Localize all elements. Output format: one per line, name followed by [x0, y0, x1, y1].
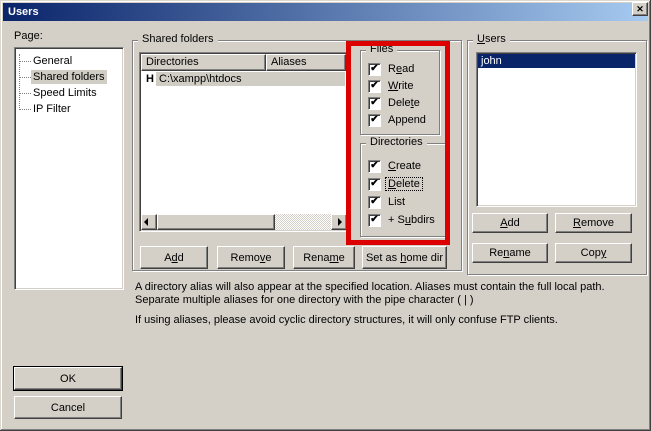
- scroll-left-icon: [144, 218, 148, 226]
- files-group-label: Files: [366, 43, 397, 56]
- checkbox-box[interactable]: ✔: [368, 196, 381, 209]
- tree-item-speed-limits[interactable]: Speed Limits: [31, 86, 99, 100]
- rename-user-button[interactable]: Rename: [472, 243, 548, 263]
- checkbox-dirs-subdirs[interactable]: ✔+ Subdirs: [368, 213, 437, 227]
- checkbox-box[interactable]: ✔: [368, 80, 381, 93]
- user-name: john: [481, 55, 502, 67]
- checkmark-icon: ✔: [370, 215, 378, 225]
- remove-user-button[interactable]: Remove: [555, 213, 632, 233]
- checkmark-icon: ✔: [370, 197, 378, 207]
- checkbox-box[interactable]: ✔: [368, 214, 381, 227]
- checkbox-box[interactable]: ✔: [368, 114, 381, 127]
- checkbox-dirs-create[interactable]: ✔Create: [368, 159, 423, 173]
- close-icon: ✕: [636, 5, 644, 14]
- users-dialog: Users ✕ Page: General Shared folders Spe…: [0, 0, 651, 431]
- tree-line: [19, 77, 31, 78]
- checkbox-files-write[interactable]: ✔Write: [368, 79, 415, 93]
- directory-path: C:\xampp\htdocs: [156, 72, 345, 86]
- cancel-button[interactable]: Cancel: [14, 396, 122, 419]
- tree-item-general[interactable]: General: [31, 54, 74, 68]
- set-as-home-dir-button[interactable]: Set as home dir: [362, 246, 447, 269]
- scroll-left-button[interactable]: [141, 214, 157, 230]
- page-label: Page:: [14, 30, 43, 42]
- add-folder-button[interactable]: Add: [140, 246, 208, 269]
- checkbox-files-append[interactable]: ✔Append: [368, 113, 428, 127]
- alias-note: A directory alias will also appear at th…: [135, 281, 642, 307]
- tree-line: [19, 109, 31, 110]
- checkbox-box[interactable]: ✔: [368, 178, 381, 191]
- window-title: Users: [8, 6, 39, 18]
- directory-row[interactable]: H C:\xampp\htdocs: [140, 72, 346, 86]
- directories-group-label: Directories: [366, 136, 427, 149]
- horizontal-scrollbar[interactable]: [141, 214, 347, 230]
- tree-line: [19, 61, 31, 62]
- scroll-right-button[interactable]: [331, 214, 347, 230]
- checkbox-files-read[interactable]: ✔Read: [368, 62, 416, 76]
- cyclic-note: If using aliases, please avoid cyclic di…: [135, 314, 642, 327]
- tree-line: [19, 54, 20, 110]
- checkmark-icon: ✔: [370, 161, 378, 171]
- column-header-directories[interactable]: Directories: [141, 54, 266, 71]
- users-list[interactable]: john: [476, 52, 637, 207]
- ok-button[interactable]: OK: [14, 367, 122, 390]
- rename-folder-button[interactable]: Rename: [293, 246, 355, 269]
- checkmark-icon: ✔: [370, 64, 378, 74]
- close-button[interactable]: ✕: [632, 2, 648, 16]
- page-tree[interactable]: General Shared folders Speed Limits IP F…: [14, 47, 124, 290]
- user-list-item[interactable]: john: [478, 54, 635, 68]
- checkmark-icon: ✔: [370, 179, 378, 189]
- tree-line: [19, 93, 31, 94]
- tree-item-ip-filter[interactable]: IP Filter: [31, 102, 73, 116]
- tree-item-shared-folders[interactable]: Shared folders: [31, 70, 107, 84]
- title-bar[interactable]: Users: [3, 3, 648, 21]
- checkbox-box[interactable]: ✔: [368, 97, 381, 110]
- checkmark-icon: ✔: [370, 115, 378, 125]
- column-header-aliases[interactable]: Aliases: [266, 54, 346, 71]
- shared-folders-list[interactable]: Directories Aliases H C:\xampp\htdocs: [139, 52, 349, 232]
- scrollbar-thumb[interactable]: [157, 214, 275, 230]
- checkbox-dirs-delete[interactable]: ✔Delete: [368, 177, 422, 191]
- checkbox-dirs-list[interactable]: ✔List: [368, 195, 407, 209]
- home-dir-marker: H: [146, 72, 154, 86]
- add-user-button[interactable]: Add: [472, 213, 548, 233]
- remove-folder-button[interactable]: Remove: [217, 246, 285, 269]
- copy-user-button[interactable]: Copy: [555, 243, 632, 263]
- shared-folders-group-label: Shared folders: [138, 33, 218, 46]
- checkbox-files-delete[interactable]: ✔Delete: [368, 96, 422, 110]
- scroll-right-icon: [338, 218, 342, 226]
- checkmark-icon: ✔: [370, 98, 378, 108]
- checkmark-icon: ✔: [370, 81, 378, 91]
- users-group-label: Users: [473, 33, 510, 46]
- checkbox-box[interactable]: ✔: [368, 63, 381, 76]
- checkbox-box[interactable]: ✔: [368, 160, 381, 173]
